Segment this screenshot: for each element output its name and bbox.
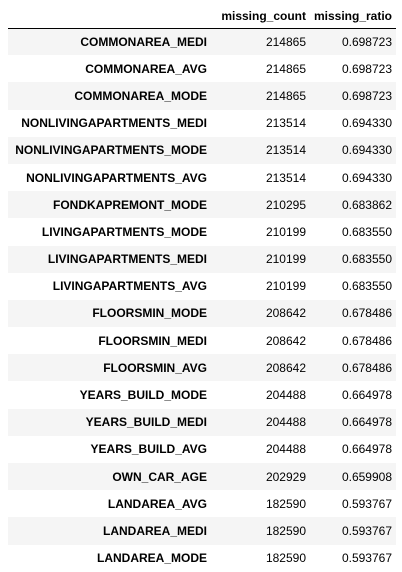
row-index-label: FLOORSMIN_AVG [103, 360, 207, 375]
missing-ratio-cell: 0.593767 [341, 551, 392, 566]
row-index-label: COMMONAREA_AVG [85, 61, 207, 76]
missing-ratio-cell: 0.683550 [341, 224, 392, 239]
index-column-header [8, 4, 211, 29]
missing-ratio-cell: 0.678486 [341, 306, 392, 321]
missing-count-cell: 210199 [265, 224, 306, 239]
missing-ratio-column-header: missing_ratio [310, 4, 396, 29]
table-row: FLOORSMIN_MODE 208642 0.678486 [8, 299, 396, 328]
row-index-label: LIVINGAPARTMENTS_AVG [52, 279, 207, 294]
table-row: YEARS_BUILD_AVG 204488 0.664978 [8, 435, 396, 463]
table-row: NONLIVINGAPARTMENTS_MEDI 213514 0.694330 [8, 109, 396, 137]
missing-count-cell: 204488 [265, 388, 306, 403]
missing-ratio-cell: 0.698723 [341, 34, 392, 49]
header-row: missing_count missing_ratio [8, 4, 396, 29]
missing-count-cell: 182590 [265, 551, 306, 566]
row-index-label: YEARS_BUILD_AVG [90, 442, 207, 457]
table-row: FLOORSMIN_MEDI 208642 0.678486 [8, 327, 396, 355]
missing-ratio-cell: 0.678486 [341, 333, 392, 348]
table-row: OWN_CAR_AGE 202929 0.659908 [8, 463, 396, 491]
missing-ratio-cell: 0.683550 [341, 279, 392, 294]
missing-count-cell: 208642 [265, 306, 306, 321]
missing-values-table: missing_count missing_ratio COMMONAREA_M… [8, 4, 396, 572]
table-header: missing_count missing_ratio [8, 4, 396, 29]
missing-ratio-cell: 0.593767 [341, 496, 392, 511]
table-row: COMMONAREA_MODE 214865 0.698723 [8, 82, 396, 110]
missing-count-cell: 204488 [265, 415, 306, 430]
row-index-label: LANDAREA_MEDI [102, 523, 207, 538]
row-index-label: YEARS_BUILD_MEDI [85, 415, 207, 430]
row-index-label: COMMONAREA_MODE [74, 88, 207, 103]
row-index-label: COMMONAREA_MEDI [80, 34, 207, 49]
missing-count-cell: 214865 [265, 61, 306, 76]
table-row: YEARS_BUILD_MODE 204488 0.664978 [8, 381, 396, 409]
row-index-label: YEARS_BUILD_MODE [79, 388, 207, 403]
missing-count-cell: 208642 [265, 360, 306, 375]
missing-ratio-cell: 0.694330 [341, 116, 392, 131]
table-row: FONDKAPREMONT_MODE 210295 0.683862 [8, 191, 396, 219]
missing-ratio-cell: 0.664978 [341, 442, 392, 457]
missing-ratio-cell: 0.593767 [341, 523, 392, 538]
missing-count-cell: 210199 [265, 252, 306, 267]
missing-count-cell: 210295 [265, 197, 306, 212]
missing-ratio-cell: 0.694330 [341, 143, 392, 158]
row-index-label: LIVINGAPARTMENTS_MODE [41, 224, 207, 239]
row-index-label: OWN_CAR_AGE [112, 469, 207, 484]
missing-count-cell: 202929 [265, 469, 306, 484]
missing-ratio-cell: 0.698723 [341, 61, 392, 76]
table-row: LANDAREA_AVG 182590 0.593767 [8, 490, 396, 518]
row-index-label: LANDAREA_AVG [107, 496, 207, 511]
table-row: YEARS_BUILD_MEDI 204488 0.664978 [8, 408, 396, 436]
dataframe-output: missing_count missing_ratio COMMONAREA_M… [0, 0, 402, 572]
row-index-label: NONLIVINGAPARTMENTS_AVG [26, 170, 207, 185]
missing-ratio-cell: 0.683550 [341, 252, 392, 267]
missing-count-cell: 182590 [265, 496, 306, 511]
table-row: FLOORSMIN_AVG 208642 0.678486 [8, 354, 396, 382]
missing-count-cell: 182590 [265, 523, 306, 538]
row-index-label: FLOORSMIN_MEDI [98, 333, 207, 348]
missing-ratio-cell: 0.683862 [341, 197, 392, 212]
table-row: COMMONAREA_MEDI 214865 0.698723 [8, 28, 396, 56]
missing-count-cell: 208642 [265, 333, 306, 348]
row-index-label: LANDAREA_MODE [96, 551, 207, 566]
row-index-label: NONLIVINGAPARTMENTS_MEDI [21, 116, 207, 131]
missing-count-cell: 204488 [265, 442, 306, 457]
table-row: LANDAREA_MODE 182590 0.593767 [8, 544, 396, 572]
table-row: NONLIVINGAPARTMENTS_AVG 213514 0.694330 [8, 163, 396, 192]
row-index-label: FONDKAPREMONT_MODE [52, 197, 207, 212]
row-index-label: LIVINGAPARTMENTS_MEDI [47, 252, 207, 267]
missing-ratio-cell: 0.664978 [341, 415, 392, 430]
row-index-label: FLOORSMIN_MODE [92, 306, 207, 321]
missing-count-cell: 213514 [265, 170, 306, 185]
missing-ratio-cell: 0.694330 [341, 170, 392, 185]
missing-count-cell: 213514 [265, 143, 306, 158]
table-row: LIVINGAPARTMENTS_AVG 210199 0.683550 [8, 272, 396, 300]
missing-count-column-header: missing_count [211, 4, 310, 29]
table-row: COMMONAREA_AVG 214865 0.698723 [8, 55, 396, 83]
table-row: LIVINGAPARTMENTS_MEDI 210199 0.683550 [8, 245, 396, 273]
missing-count-cell: 214865 [265, 34, 306, 49]
missing-ratio-cell: 0.698723 [341, 88, 392, 103]
table-row: LANDAREA_MEDI 182590 0.593767 [8, 517, 396, 545]
missing-count-cell: 210199 [265, 279, 306, 294]
row-index-label: NONLIVINGAPARTMENTS_MODE [15, 143, 207, 158]
missing-count-cell: 213514 [265, 116, 306, 131]
missing-count-cell: 214865 [265, 88, 306, 103]
missing-ratio-cell: 0.664978 [341, 388, 392, 403]
missing-ratio-cell: 0.678486 [341, 360, 392, 375]
table-body: COMMONAREA_MEDI 214865 0.698723 COMMONAREA_… [8, 28, 396, 572]
table-row: NONLIVINGAPARTMENTS_MODE 213514 0.694330 [8, 136, 396, 164]
table-row: LIVINGAPARTMENTS_MODE 210199 0.683550 [8, 218, 396, 246]
missing-ratio-cell: 0.659908 [341, 469, 392, 484]
